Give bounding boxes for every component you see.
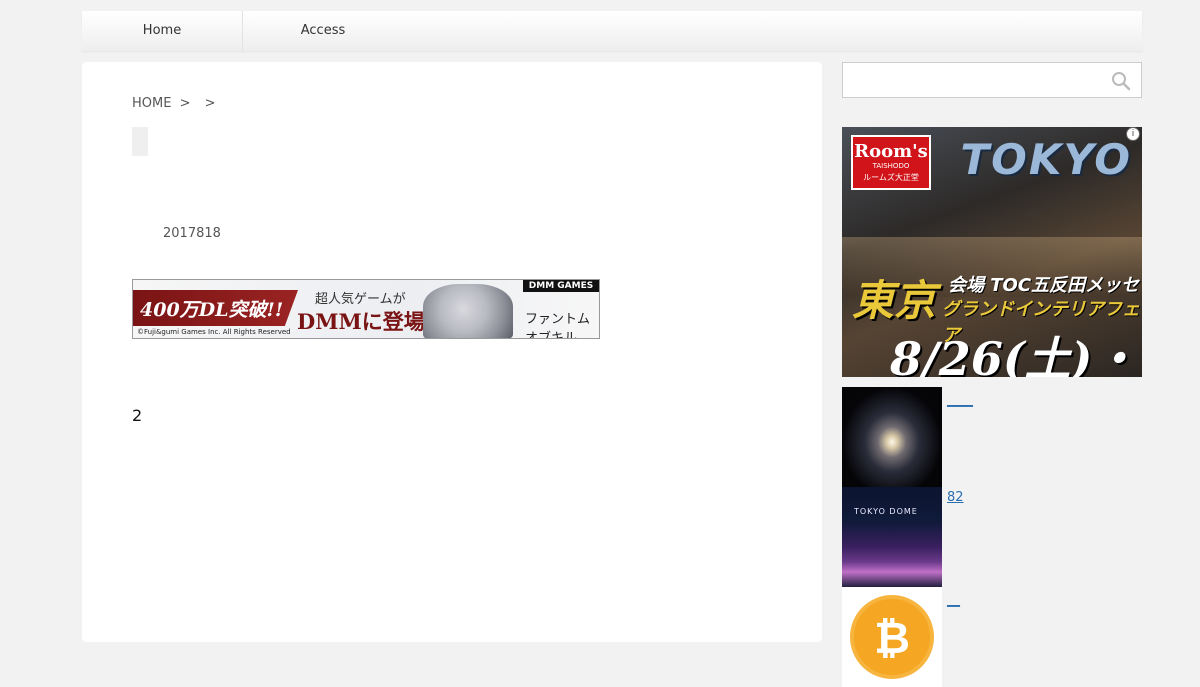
- tokyo-dome-thumbnail[interactable]: TOKYO DOME: [842, 487, 942, 587]
- post-date: 2017818: [163, 226, 221, 241]
- breadcrumb-separator: >: [179, 96, 191, 111]
- sidebar-item-link[interactable]: ____: [947, 393, 973, 408]
- ad-city-jp: 東京: [852, 276, 937, 325]
- sidebar-item-link[interactable]: __: [947, 593, 960, 608]
- banner-game-title: ファントムオブキル: [525, 312, 591, 339]
- game-banner-ad[interactable]: 400万DL突破!! 超人気ゲームが DMMに登場 ファントムオブキル DMM …: [132, 279, 600, 339]
- ad-city-text: TOKYO: [960, 135, 1132, 184]
- bitcoin-icon: ₿: [850, 595, 934, 679]
- sidebar-item-link[interactable]: 82: [947, 490, 964, 505]
- sidebar-list-item: TOKYO DOME 82: [842, 487, 1142, 587]
- breadcrumb-separator: >: [204, 96, 216, 111]
- info-icon[interactable]: i: [1126, 127, 1140, 141]
- ad-dates: 8/26(土)・27(日): [890, 332, 1139, 377]
- article-body-text: 2: [132, 406, 143, 425]
- ad-venue: 会場 TOC五反田メッセ: [948, 275, 1140, 296]
- sidebar-list-item: ____: [842, 387, 1142, 487]
- page-title-placeholder: [132, 127, 148, 156]
- breadcrumb-home-link[interactable]: HOME: [132, 96, 171, 111]
- banner-platform-line: DMMに登場: [297, 309, 425, 334]
- banner-headline: 400万DL突破!!: [140, 299, 284, 321]
- main-content: HOME > > 2017818 400万DL突破!! 超人気ゲームが DMMに…: [82, 62, 822, 642]
- search-input[interactable]: [843, 63, 1103, 97]
- galaxy-thumbnail[interactable]: [842, 387, 942, 487]
- thumbnail-caption: TOKYO DOME: [854, 507, 918, 516]
- banner-copyright: ©Fuji&gumi Games Inc. All Rights Reserve…: [137, 328, 291, 336]
- sidebar-search: [842, 62, 1142, 98]
- banner-brand-logo: DMM GAMES: [523, 280, 599, 292]
- nav-access-link[interactable]: Access: [243, 11, 403, 51]
- banner-tagline: 超人気ゲームが: [315, 292, 406, 307]
- sidebar-list-item: ₿ __: [842, 587, 1142, 687]
- search-icon[interactable]: [1111, 71, 1131, 91]
- top-nav: Home Access: [82, 11, 1142, 51]
- banner-character-image: [423, 284, 513, 338]
- bitcoin-thumbnail[interactable]: ₿: [842, 587, 942, 687]
- breadcrumb: HOME > >: [132, 96, 222, 111]
- nav-home-link[interactable]: Home: [82, 11, 243, 51]
- ad-brand-logo: Room's TAISHODO ルームズ大正堂: [851, 135, 931, 190]
- sidebar-furniture-ad[interactable]: Room's TAISHODO ルームズ大正堂 TOKYO i 東京 会場 TO…: [842, 127, 1142, 377]
